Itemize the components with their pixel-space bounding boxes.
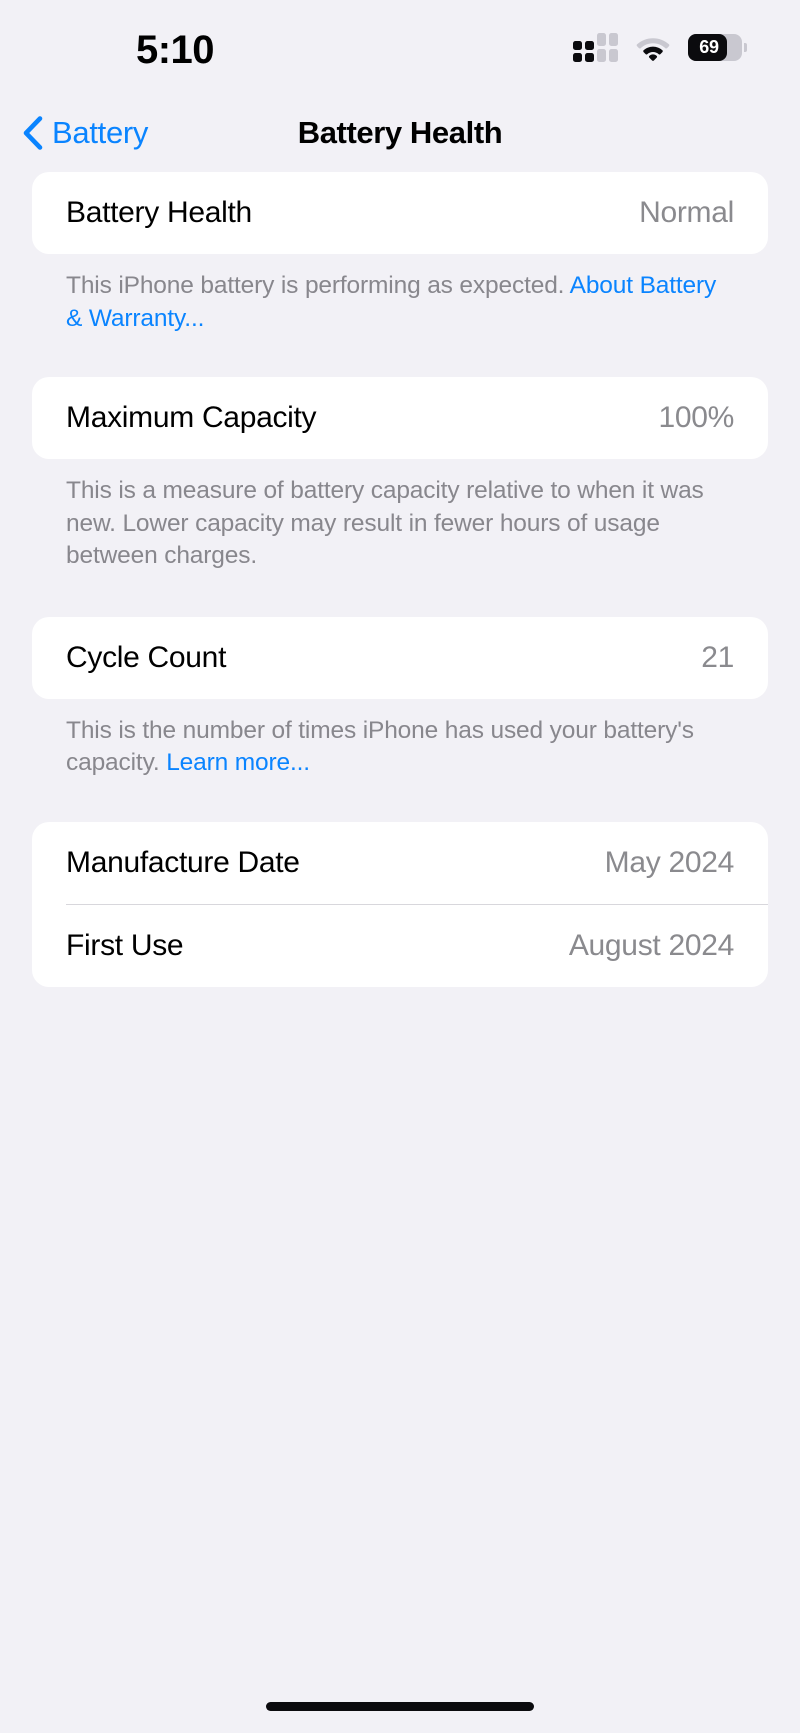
footer-battery-health: This iPhone battery is performing as exp… bbox=[32, 254, 768, 335]
cellular-signal-icon bbox=[573, 32, 618, 62]
wifi-icon bbox=[635, 34, 671, 61]
row-cycle-count[interactable]: Cycle Count 21 bbox=[32, 617, 768, 699]
settings-content: Battery Health Normal This iPhone batter… bbox=[0, 172, 800, 988]
section-cycle-count: Cycle Count 21 bbox=[32, 616, 768, 699]
row-label: Cycle Count bbox=[66, 640, 227, 674]
section-battery-health: Battery Health Normal bbox=[32, 172, 768, 254]
navigation-bar: Battery Battery Health bbox=[0, 98, 800, 168]
row-value: August 2024 bbox=[568, 929, 734, 963]
page-title: Battery Health bbox=[297, 115, 503, 150]
row-label: Manufacture Date bbox=[66, 846, 300, 880]
footer-maximum-capacity: This is a measure of battery capacity re… bbox=[32, 459, 768, 573]
row-label: Battery Health bbox=[66, 196, 252, 229]
row-first-use[interactable]: First Use August 2024 bbox=[32, 905, 768, 987]
status-bar-time: 5:10 bbox=[135, 28, 215, 72]
battery-percent-label: 69 bbox=[699, 36, 719, 57]
row-manufacture-date[interactable]: Manufacture Date May 2024 bbox=[32, 822, 768, 904]
row-label: Maximum Capacity bbox=[66, 401, 317, 435]
learn-more-link[interactable]: Learn more... bbox=[166, 749, 310, 776]
row-value: 100% bbox=[658, 401, 734, 435]
row-battery-health[interactable]: Battery Health Normal bbox=[32, 172, 768, 254]
battery-icon: 69 bbox=[688, 33, 747, 61]
footer-text: This is a measure of battery capacity re… bbox=[66, 477, 704, 570]
iphone-screen: 5:10 69 Battery Battery Health Battery H… bbox=[0, 0, 800, 1733]
section-battery-dates: Manufacture Date May 2024 First Use Augu… bbox=[32, 822, 768, 988]
home-indicator[interactable] bbox=[266, 1702, 534, 1711]
row-label: First Use bbox=[66, 929, 184, 963]
row-value: May 2024 bbox=[604, 846, 735, 880]
status-bar: 5:10 69 bbox=[0, 0, 800, 98]
footer-text: This is the number of times iPhone has u… bbox=[66, 716, 694, 777]
footer-cycle-count: This is the number of times iPhone has u… bbox=[32, 699, 768, 780]
footer-text: This iPhone battery is performing as exp… bbox=[66, 272, 570, 299]
section-maximum-capacity: Maximum Capacity 100% bbox=[32, 377, 768, 460]
row-value: 21 bbox=[701, 640, 734, 674]
row-value: Normal bbox=[639, 196, 734, 229]
row-maximum-capacity[interactable]: Maximum Capacity 100% bbox=[32, 377, 768, 459]
status-bar-indicators: 69 bbox=[573, 32, 747, 62]
